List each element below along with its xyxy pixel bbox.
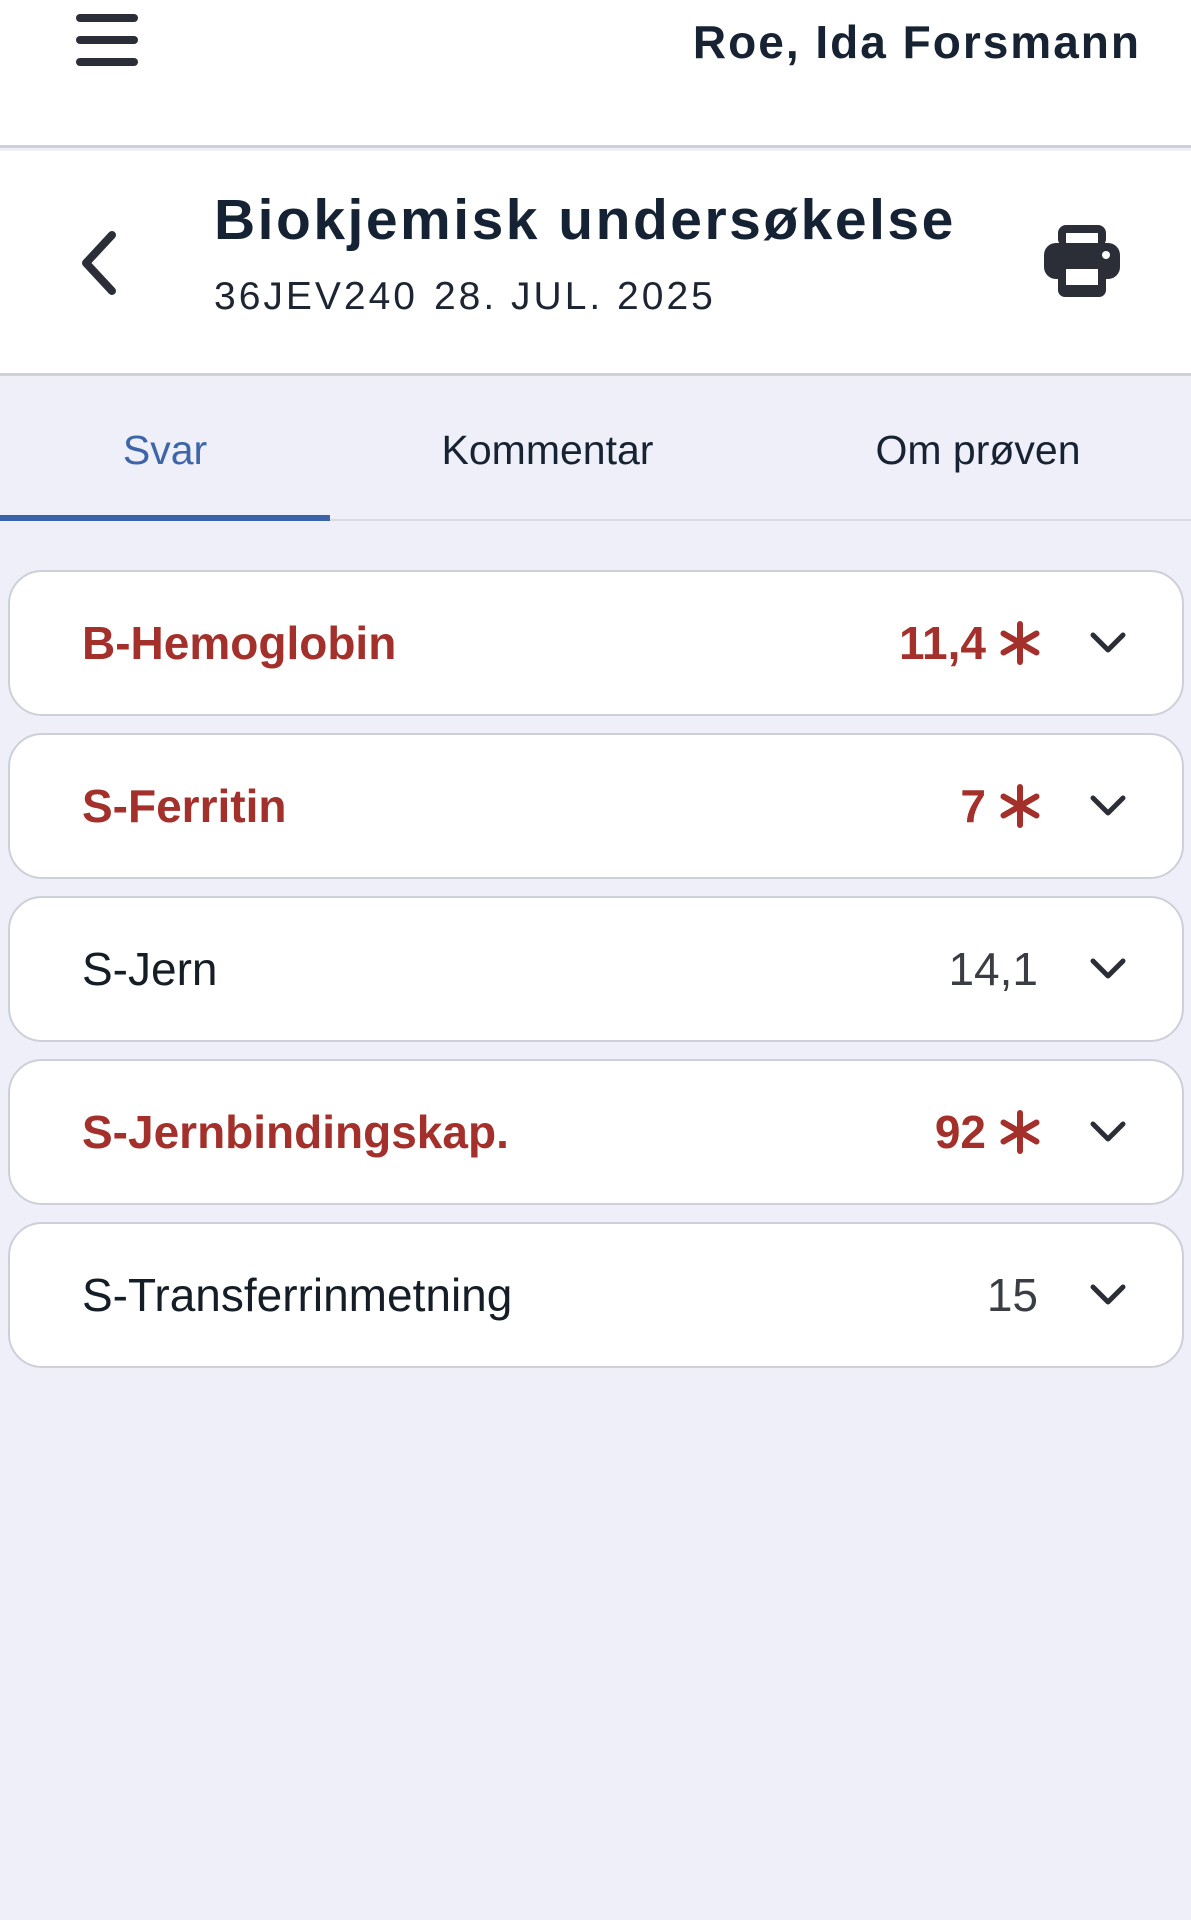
tab-om-proven[interactable]: Om prøven [818, 379, 1138, 521]
result-value-text: 92 [934, 1106, 986, 1158]
result-name: S-Transferrinmetning [82, 1269, 513, 1321]
page-subtitle: 36JEV240 28. JUL. 2025 [214, 275, 716, 319]
result-name: S-Jern [82, 943, 218, 995]
menu-line [76, 14, 138, 22]
chevron-down-icon [1090, 1121, 1126, 1142]
result-value: 92 [935, 1061, 1042, 1203]
chevron-down-icon [1090, 958, 1126, 979]
result-row-s-jernbindingskap[interactable]: S-Jernbindingskap. 92 [8, 1059, 1184, 1205]
print-button[interactable] [1040, 221, 1124, 301]
result-row-s-jern[interactable]: S-Jern 14,1 [8, 896, 1184, 1042]
page-header: Biokjemisk undersøkelse 36JEV240 28. JUL.… [0, 151, 1191, 376]
result-name: B-Hemoglobin [82, 617, 397, 669]
result-row-s-ferritin[interactable]: S-Ferritin 7 [8, 733, 1184, 879]
result-value: 14,1 [948, 943, 1038, 995]
active-tab-indicator [0, 515, 330, 521]
page-title: Biokjemisk undersøkelse [214, 188, 956, 252]
sample-date: 28. JUL. 2025 [433, 275, 716, 318]
printer-icon [1044, 225, 1120, 297]
result-row-s-transferrinmetning[interactable]: S-Transferrinmetning 15 [8, 1222, 1184, 1368]
result-value-text: 11,4 [899, 617, 986, 669]
hamburger-menu-icon[interactable] [72, 10, 142, 74]
result-row-b-hemoglobin[interactable]: B-Hemoglobin 11,4 [8, 570, 1184, 716]
chevron-down-icon [1090, 795, 1126, 816]
sample-id: 36JEV240 [214, 275, 418, 318]
menu-line [76, 36, 138, 44]
result-name: S-Ferritin [82, 780, 287, 832]
app-root: Roe, Ida Forsmann Biokjemisk undersøkels… [0, 0, 1191, 1920]
tab-svar[interactable]: Svar [0, 379, 330, 521]
result-value-text: 7 [960, 780, 986, 832]
abnormal-asterisk-icon [1000, 1109, 1040, 1154]
chevron-down-icon [1090, 1284, 1126, 1305]
tab-kommentar[interactable]: Kommentar [370, 379, 725, 521]
top-bar: Roe, Ida Forsmann [0, 0, 1191, 148]
patient-name: Roe, Ida Forsmann [692, 16, 1141, 68]
result-value: 7 [960, 735, 1042, 877]
back-button[interactable] [72, 223, 132, 303]
chevron-down-icon [1090, 632, 1126, 653]
tab-bar: Svar Kommentar Om prøven [0, 379, 1191, 521]
abnormal-asterisk-icon [1000, 783, 1040, 828]
result-value: 15 [986, 1269, 1038, 1321]
result-name: S-Jernbindingskap. [82, 1106, 509, 1158]
menu-line [76, 58, 138, 66]
chevron-left-icon [82, 231, 116, 295]
abnormal-asterisk-icon [1000, 620, 1040, 665]
result-value: 11,4 [899, 572, 1042, 714]
